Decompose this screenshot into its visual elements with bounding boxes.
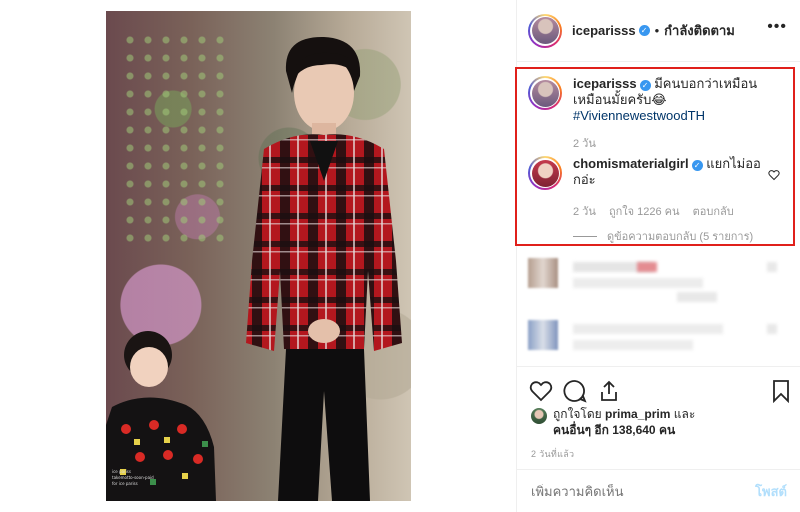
share-icon[interactable] [597, 379, 621, 403]
blurred-avatar [528, 320, 558, 350]
divider [517, 366, 800, 367]
blurred-text [573, 324, 723, 334]
media-pane: ice pariss takemotto-soon-paid for ice p… [0, 0, 516, 512]
blurred-avatar [528, 258, 558, 288]
separator-dot: • [654, 23, 660, 38]
add-comment-bar: โพสต์ [517, 469, 800, 512]
blurred-comment [528, 258, 558, 288]
bookmark-icon[interactable] [771, 379, 791, 403]
post-timestamp[interactable]: 2 วันที่แล้ว [531, 447, 574, 461]
likes-summary: ถูกใจโดย prima_prim และ คนอื่นๆ อีก 138,… [531, 406, 695, 438]
blurred-text [767, 262, 777, 272]
liker-avatar[interactable] [531, 408, 547, 424]
more-options-icon[interactable]: ••• [767, 19, 787, 35]
blurred-text [573, 278, 703, 288]
author-avatar[interactable] [528, 13, 562, 48]
add-comment-input[interactable] [531, 483, 731, 499]
blurred-text [637, 262, 657, 272]
comment-icon[interactable] [563, 379, 587, 403]
blurred-text [573, 340, 693, 350]
likes-and: และ [673, 407, 696, 421]
blurred-text [767, 324, 777, 334]
heart-icon[interactable] [529, 379, 553, 403]
post-comment-button[interactable]: โพสต์ [755, 481, 787, 502]
post-photo[interactable]: ice pariss takemotto-soon-paid for ice p… [106, 11, 411, 501]
highlight-box [515, 67, 795, 246]
verified-badge-icon: ✓ [638, 25, 650, 36]
background-bokeh [121, 31, 231, 251]
author-username[interactable]: iceparisss [572, 23, 636, 38]
post-header: iceparisss ✓ • กำลังติดตาม ••• [517, 0, 800, 62]
blurred-comment [528, 320, 558, 350]
action-bar [517, 376, 800, 406]
following-status[interactable]: กำลังติดตาม [664, 20, 735, 41]
photo-watermark: ice pariss takemotto-soon-paid for ice p… [112, 469, 154, 486]
likes-prefix: ถูกใจโดย [553, 407, 602, 421]
likes-others-count[interactable]: คนอื่นๆ อีก 138,640 คน [553, 423, 675, 437]
man-figure [246, 36, 402, 501]
liker-username[interactable]: prima_prim [605, 407, 670, 421]
blurred-text [677, 292, 717, 302]
